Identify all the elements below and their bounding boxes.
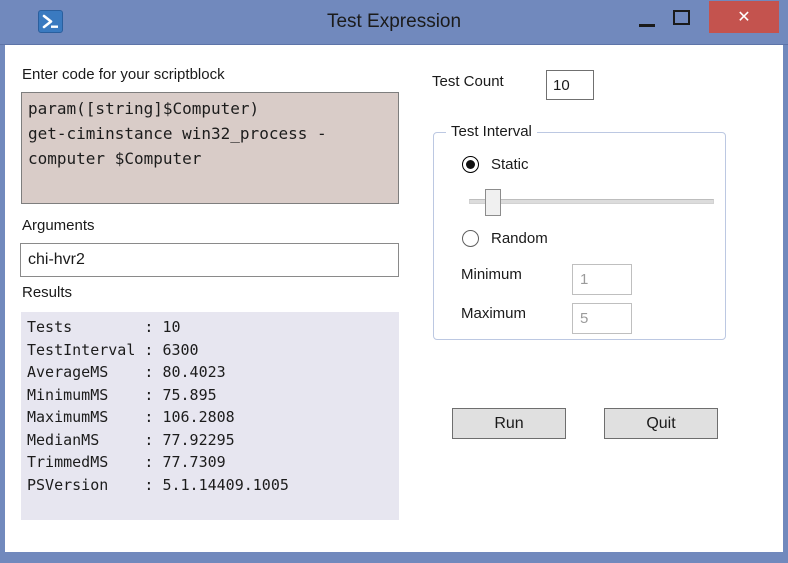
result-line: TestInterval : 6300 xyxy=(27,340,199,359)
minimum-label: Minimum xyxy=(461,266,522,283)
test-count-input[interactable] xyxy=(546,70,594,100)
scriptblock-label: Enter code for your scriptblock xyxy=(22,66,225,83)
minimize-icon xyxy=(639,24,655,27)
test-interval-group: Test Interval Static Random Minimum Maxi… xyxy=(433,123,726,340)
titlebar[interactable]: Test Expression ✕ xyxy=(0,0,788,45)
dialog-content: Enter code for your scriptblock param([s… xyxy=(5,45,783,552)
minimize-button[interactable] xyxy=(631,1,663,33)
results-label: Results xyxy=(22,284,73,301)
arguments-label: Arguments xyxy=(22,217,95,234)
maximum-label: Maximum xyxy=(461,305,527,322)
static-radio-label[interactable]: Static xyxy=(491,156,529,173)
arguments-input[interactable] xyxy=(20,243,399,277)
code-line: param([string]$Computer) xyxy=(28,99,260,118)
result-line: MaximumMS : 106.2808 xyxy=(27,408,235,426)
quit-button[interactable]: Quit xyxy=(604,408,718,439)
code-line: get-ciminstance win32_process - xyxy=(28,124,327,143)
run-button[interactable]: Run xyxy=(452,408,566,439)
maximize-icon xyxy=(672,9,690,25)
random-radio-row[interactable]: Random xyxy=(462,230,548,247)
result-line: MinimumMS : 75.895 xyxy=(27,385,217,404)
code-line: computer $Computer xyxy=(28,149,202,168)
close-button[interactable]: ✕ xyxy=(709,1,779,33)
result-line: AverageMS : 80.4023 xyxy=(27,363,226,381)
static-radio-row[interactable]: Static xyxy=(462,156,529,173)
maximum-input[interactable] xyxy=(572,303,632,334)
result-line: Tests : 10 xyxy=(27,318,181,336)
result-line: TrimmedMS : 77.7309 xyxy=(27,453,226,471)
scriptblock-textarea[interactable]: param([string]$Computer) get-ciminstance… xyxy=(21,92,399,204)
interval-slider-thumb[interactable] xyxy=(485,189,501,216)
test-count-label: Test Count xyxy=(432,73,504,90)
run-button-label: Run xyxy=(494,414,524,432)
minimum-input[interactable] xyxy=(572,264,632,295)
result-line: MedianMS : 77.92295 xyxy=(27,430,235,449)
close-icon: ✕ xyxy=(737,9,751,26)
test-interval-legend: Test Interval xyxy=(446,123,537,140)
random-radio-label[interactable]: Random xyxy=(491,230,548,247)
quit-button-label: Quit xyxy=(646,414,676,432)
results-output: Tests : 10 TestInterval : 6300 AverageMS… xyxy=(21,312,399,520)
maximize-button[interactable] xyxy=(665,1,697,33)
random-radio[interactable] xyxy=(462,230,479,247)
test-expression-window: Test Expression ✕ Enter code for your sc… xyxy=(0,0,788,563)
static-radio[interactable] xyxy=(462,156,479,173)
result-line: PSVersion : 5.1.14409.1005 xyxy=(27,475,289,494)
interval-slider-track[interactable] xyxy=(469,189,714,216)
